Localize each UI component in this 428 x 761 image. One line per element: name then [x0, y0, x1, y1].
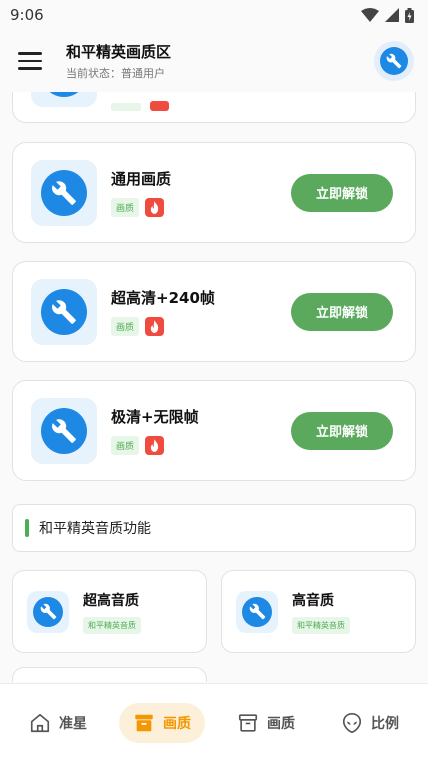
wrench-icon — [386, 53, 402, 69]
fire-badge — [145, 198, 165, 217]
archive-icon — [238, 713, 258, 732]
battery-icon — [405, 7, 414, 23]
nav-item-crosshair[interactable]: 准星 — [15, 703, 101, 743]
nav-item-ratio[interactable]: 比例 — [327, 703, 413, 743]
home-icon — [30, 713, 50, 732]
fire-icon — [150, 320, 159, 333]
card-icon-box — [31, 159, 97, 226]
card-title: 极清+无限帧 — [111, 408, 199, 426]
content-scroll[interactable]: 通用画质 画质 立即解锁 超高清+240帧 画质 立即解锁 极清+无限帧 画质 … — [0, 92, 428, 682]
audio-icon-box — [27, 590, 69, 633]
unlock-card: 超高清+240帧 画质 立即解锁 — [12, 261, 416, 362]
status-time: 9:06 — [10, 6, 44, 24]
card-tag: 画质 — [111, 198, 140, 217]
user-status: 当前状态：普通用户 — [66, 67, 165, 80]
fire-icon — [150, 439, 159, 452]
partial-audio-card[interactable] — [12, 667, 207, 682]
nav-label: 比例 — [371, 715, 399, 732]
audio-card-tag: 和平精英音质 — [292, 616, 350, 634]
audio-card[interactable]: 超高音质 和平精英音质 — [12, 570, 207, 653]
audio-card-title: 高音质 — [292, 592, 334, 609]
wifi-icon — [361, 8, 379, 22]
audio-icon-box — [236, 590, 278, 633]
nav-label: 准星 — [59, 715, 87, 732]
card-tag: 画质 — [111, 317, 140, 336]
wrench-icon — [249, 603, 265, 620]
section-header: 和平精英音质功能 — [12, 504, 416, 552]
tool-avatar-button[interactable] — [374, 41, 414, 81]
section-accent-bar — [25, 519, 29, 537]
partial-card — [12, 92, 416, 123]
unlock-button[interactable]: 立即解锁 — [291, 411, 393, 450]
unlock-button[interactable]: 立即解锁 — [291, 173, 393, 212]
bottom-nav: 准星 画质 画质 比例 — [0, 683, 428, 761]
audio-card-tag: 和平精英音质 — [83, 616, 141, 634]
status-bar: 9:06 — [0, 0, 428, 30]
alien-icon — [342, 712, 362, 733]
unlock-card: 极清+无限帧 画质 立即解锁 — [12, 380, 416, 481]
nav-label: 画质 — [267, 715, 295, 732]
fire-icon — [150, 201, 159, 214]
partial-icon-box — [31, 92, 97, 107]
wrench-icon — [52, 299, 76, 324]
signal-icon — [385, 8, 399, 22]
nav-item-quality[interactable]: 画质 — [223, 703, 309, 743]
section-title: 和平精英音质功能 — [39, 521, 151, 537]
menu-icon — [18, 52, 42, 55]
box-icon — [135, 714, 153, 731]
card-title: 超高清+240帧 — [111, 289, 215, 307]
fire-badge — [145, 436, 165, 455]
unlock-button[interactable]: 立即解锁 — [291, 292, 393, 331]
wrench-icon — [52, 418, 76, 443]
app-bar: 和平精英画质区 当前状态：普通用户 — [0, 30, 428, 92]
card-icon-box — [31, 278, 97, 345]
card-icon-box — [31, 397, 97, 464]
page-title: 和平精英画质区 — [66, 43, 172, 61]
wrench-icon — [40, 603, 56, 620]
nav-item-quality-active[interactable]: 画质 — [119, 702, 205, 743]
fire-badge — [145, 317, 165, 336]
title-block: 和平精英画质区 当前状态：普通用户 — [66, 41, 374, 81]
wrench-icon — [52, 180, 76, 205]
card-tag: 画质 — [111, 436, 140, 455]
audio-card-title: 超高音质 — [83, 592, 139, 609]
card-title: 通用画质 — [111, 170, 172, 188]
nav-label: 画质 — [163, 715, 191, 732]
menu-button[interactable] — [18, 47, 46, 75]
unlock-card: 通用画质 画质 立即解锁 — [12, 142, 416, 243]
status-icons — [361, 7, 414, 23]
audio-card[interactable]: 高音质 和平精英音质 — [221, 570, 416, 653]
